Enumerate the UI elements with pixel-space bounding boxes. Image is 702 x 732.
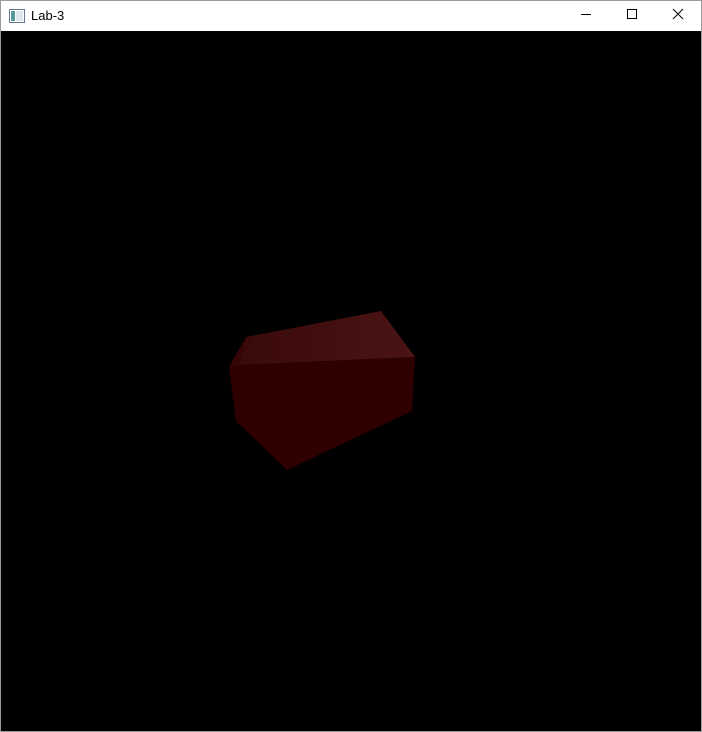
prism-top-face (239, 311, 415, 365)
maximize-button[interactable] (609, 1, 655, 31)
minimize-icon (580, 7, 592, 25)
close-icon (672, 7, 684, 25)
maximize-icon (626, 7, 638, 25)
render-viewport[interactable] (1, 31, 701, 731)
scene-canvas (229, 311, 415, 470)
window-title: Lab-3 (31, 8, 65, 23)
prism-front-face (229, 357, 415, 470)
minimize-button[interactable] (563, 1, 609, 31)
app-window: Lab-3 (0, 0, 702, 732)
title-bar[interactable]: Lab-3 (1, 1, 701, 31)
window-app-icon[interactable] (9, 9, 25, 23)
close-button[interactable] (655, 1, 701, 31)
